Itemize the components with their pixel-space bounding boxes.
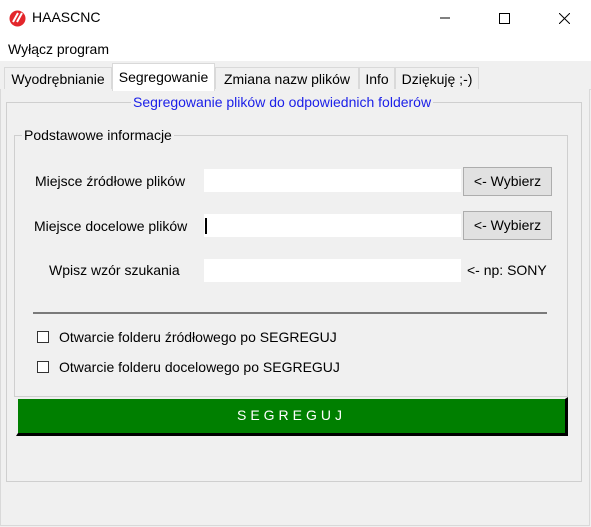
- title-bar: HAASCNC: [0, 0, 591, 36]
- pattern-label: Wpisz wzór szukania: [49, 262, 180, 278]
- tab-strip: Wyodrębnianie Segregowanie Zmiana nazw p…: [0, 61, 591, 91]
- dest-label: Miejsce docelowe plików: [34, 218, 188, 234]
- separator: [33, 312, 547, 314]
- checkbox-open-source[interactable]: [37, 331, 49, 343]
- segreguj-button[interactable]: SEGREGUJ: [16, 397, 568, 436]
- dest-input[interactable]: [203, 213, 462, 238]
- maximize-button[interactable]: [481, 0, 527, 36]
- minimize-icon: [440, 17, 450, 19]
- checkbox-open-dest[interactable]: [37, 361, 49, 373]
- pattern-hint: <- np: SONY: [467, 262, 547, 278]
- pattern-input[interactable]: [203, 258, 462, 283]
- source-browse-button[interactable]: <- Wybierz: [463, 167, 552, 196]
- source-label: Miejsce źródłowe plików: [35, 173, 186, 189]
- text-caret: [205, 218, 207, 234]
- minimize-button[interactable]: [422, 0, 468, 36]
- tab-info[interactable]: Info: [359, 67, 395, 89]
- open-source-folder-option[interactable]: Otwarcie folderu źródłowego po SEGREGUJ: [37, 329, 337, 345]
- checkbox-label: Otwarcie folderu źródłowego po SEGREGUJ: [59, 329, 337, 345]
- maximize-icon: [498, 12, 510, 24]
- menu-bar: Wyłącz program: [0, 36, 591, 61]
- source-input[interactable]: [203, 168, 462, 193]
- checkbox-label: Otwarcie folderu docelowego po SEGREGUJ: [59, 359, 340, 375]
- tab-zmiana-nazw[interactable]: Zmiana nazw plików: [215, 67, 359, 89]
- tab-segregowanie[interactable]: Segregowanie: [112, 63, 215, 91]
- group-title: Podstawowe informacje: [22, 127, 174, 143]
- close-button[interactable]: [541, 0, 587, 36]
- window-title: HAASCNC: [32, 9, 101, 25]
- menu-item-exit[interactable]: Wyłącz program: [8, 41, 109, 57]
- dest-browse-button[interactable]: <- Wybierz: [463, 211, 552, 240]
- close-icon: [558, 12, 570, 24]
- tab-dziekuje[interactable]: Dziękuję ;-): [395, 67, 479, 89]
- section-title: Segregowanie plików do odpowiednich fold…: [131, 94, 434, 110]
- tab-wyodrebnianie[interactable]: Wyodrębnianie: [4, 67, 112, 89]
- app-logo-icon: [9, 10, 26, 27]
- open-dest-folder-option[interactable]: Otwarcie folderu docelowego po SEGREGUJ: [37, 359, 340, 375]
